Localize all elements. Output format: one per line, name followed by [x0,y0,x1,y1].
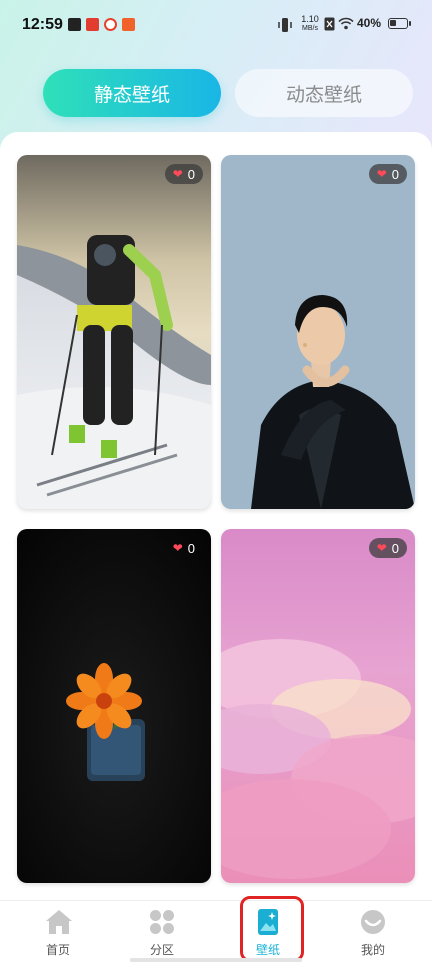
home-indicator[interactable] [130,958,302,962]
notification-app-icon [104,18,117,31]
nav-home[interactable]: 首页 [18,907,98,959]
battery-percent: 40% [357,16,382,30]
like-badge[interactable]: ❤ 0 [164,164,203,184]
wallpaper-grid: ❤ 0 ❤ 0 ❤ 0 ❤ 0 [0,132,432,902]
notification-app-icon [68,18,81,31]
status-time: 12:59 [22,16,63,33]
battery-cap [409,21,411,26]
notification-app-icon [122,18,135,31]
sim-off-icon [324,17,335,31]
wallpaper-image-clouds [221,529,415,883]
nav-category-label: 分区 [149,943,174,957]
heart-icon: ❤ [376,541,387,555]
wallpaper-card-skier[interactable]: ❤ 0 [17,155,211,509]
vibrate-icon [278,18,292,32]
tab-static-wallpaper[interactable]: 静态壁纸 [43,69,221,117]
network-speed-value: 1.10 [301,14,319,24]
battery-icon [388,18,408,29]
heart-icon: ❤ [172,167,183,181]
like-badge[interactable]: ❤ 0 [368,164,407,184]
like-badge[interactable]: ❤ 0 [165,538,203,558]
wallpaper-card-flower[interactable]: ❤ 0 [17,529,211,883]
bottom-navigation: 首页 分区 壁纸 我的 [0,900,432,965]
battery-level [390,20,396,26]
like-count: 0 [391,540,399,556]
network-speed: 1.10 MB/s [298,15,322,33]
wallpaper-image-skier [17,155,211,509]
like-count: 0 [187,540,195,556]
category-grid-icon [150,910,174,934]
nav-category[interactable]: 分区 [122,907,202,959]
wallpaper-card-woman[interactable]: ❤ 0 [221,155,415,509]
wallpaper-image-flower [17,529,211,883]
nav-home-label: 首页 [45,943,70,957]
wallpaper-image-woman [221,155,415,509]
like-count: 0 [187,166,195,182]
like-count: 0 [391,166,399,182]
wallpaper-card-clouds[interactable]: ❤ 0 [221,529,415,883]
heart-icon: ❤ [172,541,183,555]
profile-icon [361,910,385,934]
tab-live-wallpaper[interactable]: 动态壁纸 [235,69,413,117]
notification-app-icon [86,18,99,31]
network-speed-unit: MB/s [302,25,318,32]
nav-profile-label: 我的 [360,943,385,957]
highlight-box [240,896,304,962]
nav-profile[interactable]: 我的 [333,907,413,959]
heart-icon: ❤ [376,167,387,181]
home-icon [46,910,72,934]
status-bar: 12:59 1.10 MB/s 40% [0,0,432,52]
wifi-icon [338,17,354,30]
like-badge[interactable]: ❤ 0 [368,538,407,558]
